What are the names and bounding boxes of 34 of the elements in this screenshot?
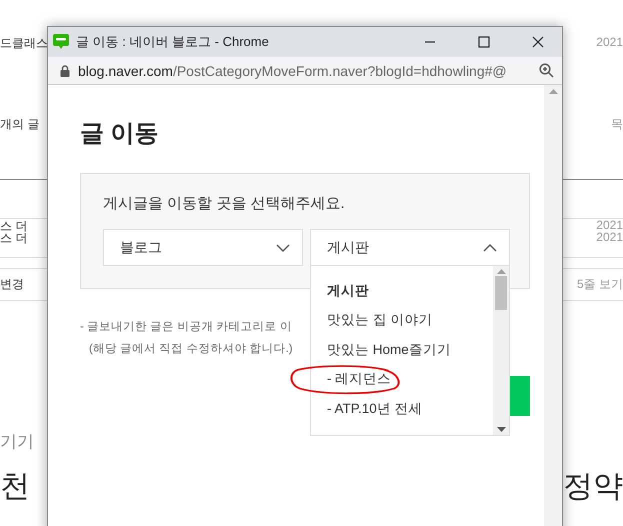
background-text: 목 <box>611 116 623 133</box>
background-text: 개의 글 <box>0 116 40 133</box>
background-text: 2021 <box>596 230 623 244</box>
close-icon[interactable] <box>532 36 544 48</box>
dropdown-option[interactable]: - ATP.10년 전세 <box>311 394 493 424</box>
background-text: 천 <box>0 469 30 505</box>
maximize-icon[interactable] <box>478 36 490 48</box>
lock-icon <box>60 64 70 76</box>
dropdown-select[interactable]: 블로그 <box>103 229 303 266</box>
chevron-icon <box>483 244 497 252</box>
scroll-down-icon[interactable] <box>496 427 506 432</box>
background-text: 스 더 <box>0 231 28 247</box>
zoom-icon[interactable] <box>539 63 554 78</box>
background-text: 스 더 <box>0 218 28 233</box>
note-text: - 글보내기한 글은 비공개 카테고리로 이 <box>80 320 292 335</box>
chevron-icon <box>276 244 290 252</box>
dropdown-select[interactable]: 게시판 <box>310 229 510 266</box>
dropdown-option[interactable]: - 레지던스 <box>311 364 493 394</box>
background-text: 드클래스 <box>0 35 48 52</box>
dropdown-option[interactable]: 맛있는 Home즐기기 <box>311 335 493 364</box>
background-text: 변경 <box>0 276 24 293</box>
note-text: (해당 글에서 직접 수정하셔야 합니다.) <box>88 342 293 357</box>
dropdown-option[interactable]: 맛있는 집 이야기 <box>311 306 493 335</box>
option-group-header: 게시판 <box>326 282 370 300</box>
background-text: 2021 <box>596 35 623 49</box>
scrollbar-thumb[interactable] <box>495 276 507 310</box>
background-text: 기기 <box>0 431 34 453</box>
dialog-title: 글 이동 <box>80 119 160 149</box>
background-text: 2021 <box>596 218 623 232</box>
background-text: 5줄 보기 <box>576 276 623 293</box>
blog-logo-icon <box>52 33 70 51</box>
window-title: 글 이동 : 네이버 블로그 - Chrome <box>76 33 270 51</box>
instruction-text: 게시글을 이동할 곳을 선택해주세요. <box>103 194 346 213</box>
background-text: 정약 <box>563 469 623 505</box>
